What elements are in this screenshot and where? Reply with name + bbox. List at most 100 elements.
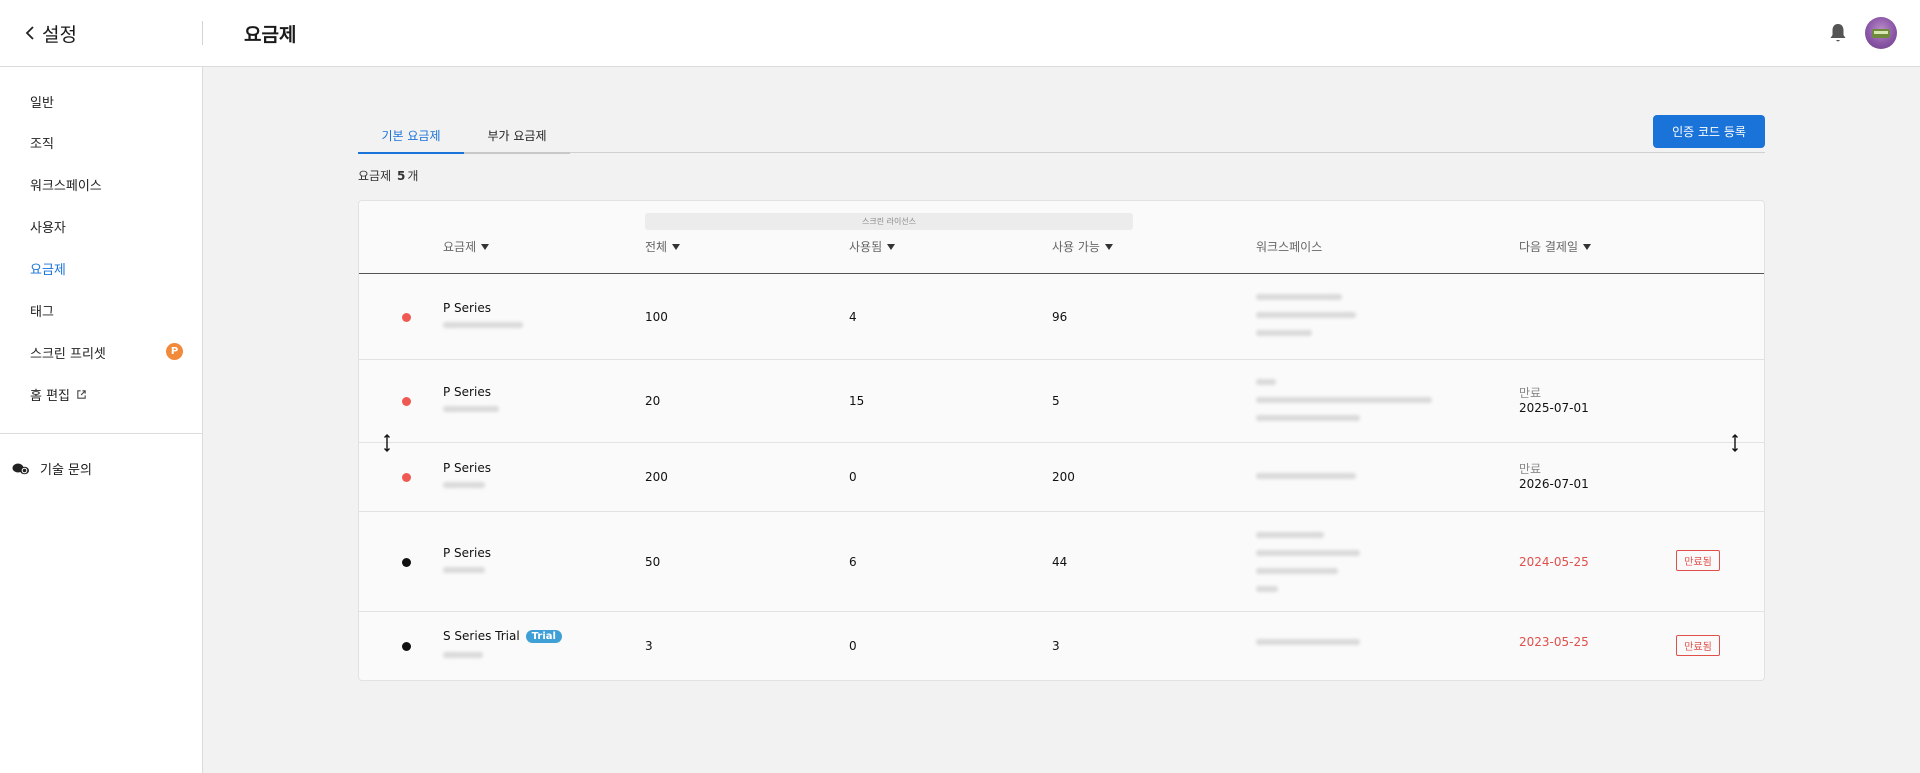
sidebar-item-label: 일반 xyxy=(30,96,54,111)
table-row[interactable]: P Series 100 4 96 xyxy=(359,274,1764,360)
available-count: 44 xyxy=(1052,555,1068,569)
status-dot-active xyxy=(402,397,411,406)
tab-basic-plan[interactable]: 기본 요금제 xyxy=(358,118,464,154)
plan-subtitle-redacted xyxy=(443,567,485,573)
sidebar-item-screen-presets[interactable]: 스크린 프리셋 xyxy=(30,343,106,362)
plan-name-cell: S Series Trial Trial xyxy=(443,629,562,643)
table-row[interactable]: P Series 20 15 5 만료 2025-07-01 xyxy=(359,360,1764,443)
plan-name: P Series xyxy=(443,461,491,475)
column-header-label: 다음 결제일 xyxy=(1519,240,1579,254)
total-count: 20 xyxy=(645,394,661,408)
resize-handle-icon[interactable] xyxy=(384,434,390,452)
used-count: 15 xyxy=(849,394,865,408)
sidebar-item-label: 스크린 프리셋 xyxy=(30,347,106,362)
chevron-left-icon xyxy=(24,24,36,44)
expired-tag: 만료됨 xyxy=(1676,635,1720,656)
column-header-available[interactable]: 사용 가능 xyxy=(1052,238,1113,255)
workspace-redacted xyxy=(1256,473,1356,479)
next-payment-date: 2024-05-25 xyxy=(1519,555,1589,569)
total-count: 200 xyxy=(645,470,668,484)
back-label: 설정 xyxy=(42,24,77,46)
table-row[interactable]: P Series 200 0 200 만료 2026-07-01 xyxy=(359,443,1764,512)
sidebar-item-general[interactable]: 일반 xyxy=(30,92,54,111)
plan-subtitle-redacted xyxy=(443,406,499,412)
workspace-redacted xyxy=(1256,550,1360,556)
workspace-redacted xyxy=(1256,586,1278,592)
sidebar-item-organization[interactable]: 조직 xyxy=(30,133,54,152)
plan-name: P Series xyxy=(443,546,491,560)
used-count: 0 xyxy=(849,639,857,653)
sidebar-item-support[interactable]: 기술 문의 xyxy=(12,459,92,478)
used-count: 4 xyxy=(849,310,857,324)
back-button[interactable]: 설정 xyxy=(24,20,77,47)
count-suffix: 개 xyxy=(407,169,419,183)
next-payment-date: 2026-07-01 xyxy=(1519,477,1589,491)
total-count: 100 xyxy=(645,310,668,324)
plan-name: P Series xyxy=(443,385,491,399)
plan-subtitle-redacted xyxy=(443,322,523,328)
next-payment-date: 2025-07-01 xyxy=(1519,401,1589,415)
table-row[interactable]: S Series Trial Trial 3 0 3 2023-05-25 만료… xyxy=(359,612,1764,680)
workspace-redacted xyxy=(1256,294,1342,300)
sidebar-item-plans[interactable]: 요금제 xyxy=(30,259,66,278)
resize-handle-icon[interactable] xyxy=(1732,434,1738,452)
bell-icon[interactable] xyxy=(1828,22,1848,44)
workspace-redacted xyxy=(1256,330,1312,336)
sidebar-item-tags[interactable]: 태그 xyxy=(30,301,54,320)
column-header-workspace: 워크스페이스 xyxy=(1256,238,1322,255)
sidebar-item-label: 조직 xyxy=(30,137,54,152)
trial-badge: Trial xyxy=(525,629,562,643)
total-count: 50 xyxy=(645,555,661,569)
plan-name: P Series xyxy=(443,301,491,315)
tab-addon-plan[interactable]: 부가 요금제 xyxy=(464,118,570,154)
sidebar: 일반 조직 워크스페이스 사용자 요금제 태그 스크린 프리셋 P 홈 편집 기… xyxy=(0,67,203,773)
status-dot-expired xyxy=(402,642,411,651)
register-auth-code-button[interactable]: 인증 코드 등록 xyxy=(1653,115,1765,148)
plan-subtitle-redacted xyxy=(443,652,483,658)
sidebar-item-home-edit[interactable]: 홈 편집 xyxy=(30,385,87,404)
next-payment-date: 2023-05-25 xyxy=(1519,635,1589,649)
avatar-image xyxy=(1872,29,1890,38)
sidebar-divider xyxy=(0,433,202,434)
plan-count: 요금제 5개 xyxy=(358,167,418,184)
status-dot-active xyxy=(402,313,411,322)
column-header-plan[interactable]: 요금제 xyxy=(443,238,490,255)
sort-caret-icon xyxy=(887,244,896,250)
total-count: 3 xyxy=(645,639,653,653)
page-title: 요금제 xyxy=(244,24,297,46)
plan-name: S Series Trial xyxy=(443,629,520,643)
column-header-total[interactable]: 전체 xyxy=(645,238,681,255)
sidebar-item-users[interactable]: 사용자 xyxy=(30,217,66,236)
plan-table: 스크린 라이선스 요금제 전체 사용됨 사용 가능 워크스페이스 다음 결제일 … xyxy=(358,200,1765,681)
workspace-redacted xyxy=(1256,532,1324,538)
count-prefix: 요금제 xyxy=(358,169,392,183)
column-header-used[interactable]: 사용됨 xyxy=(849,238,896,255)
screen-license-group-header: 스크린 라이선스 xyxy=(645,213,1133,230)
table-row[interactable]: P Series 50 6 44 2024-05-25 만료됨 xyxy=(359,512,1764,612)
chat-icon xyxy=(12,463,29,474)
support-label: 기술 문의 xyxy=(40,463,92,478)
header-divider xyxy=(202,21,203,45)
sort-caret-icon xyxy=(481,244,490,250)
sidebar-item-workspace[interactable]: 워크스페이스 xyxy=(30,175,102,194)
available-count: 96 xyxy=(1052,310,1068,324)
available-count: 200 xyxy=(1052,470,1075,484)
sidebar-item-label: 사용자 xyxy=(30,221,66,236)
avatar[interactable] xyxy=(1865,17,1897,49)
sort-caret-icon xyxy=(672,244,681,250)
sort-caret-icon xyxy=(1583,244,1592,250)
plan-tabs: 기본 요금제 부가 요금제 xyxy=(358,118,1765,154)
available-count: 5 xyxy=(1052,394,1060,408)
top-bar: 설정 요금제 xyxy=(0,0,1920,67)
column-header-label: 사용 가능 xyxy=(1052,240,1100,254)
used-count: 0 xyxy=(849,470,857,484)
available-count: 3 xyxy=(1052,639,1060,653)
sidebar-item-label: 태그 xyxy=(30,305,54,320)
workspace-redacted xyxy=(1256,415,1360,421)
workspace-redacted xyxy=(1256,397,1432,403)
expiry-label: 만료 xyxy=(1519,462,1542,476)
expired-tag: 만료됨 xyxy=(1676,550,1720,571)
column-header-label: 워크스페이스 xyxy=(1256,240,1323,254)
column-header-next-payment[interactable]: 다음 결제일 xyxy=(1519,238,1592,255)
column-header-label: 요금제 xyxy=(443,240,477,254)
